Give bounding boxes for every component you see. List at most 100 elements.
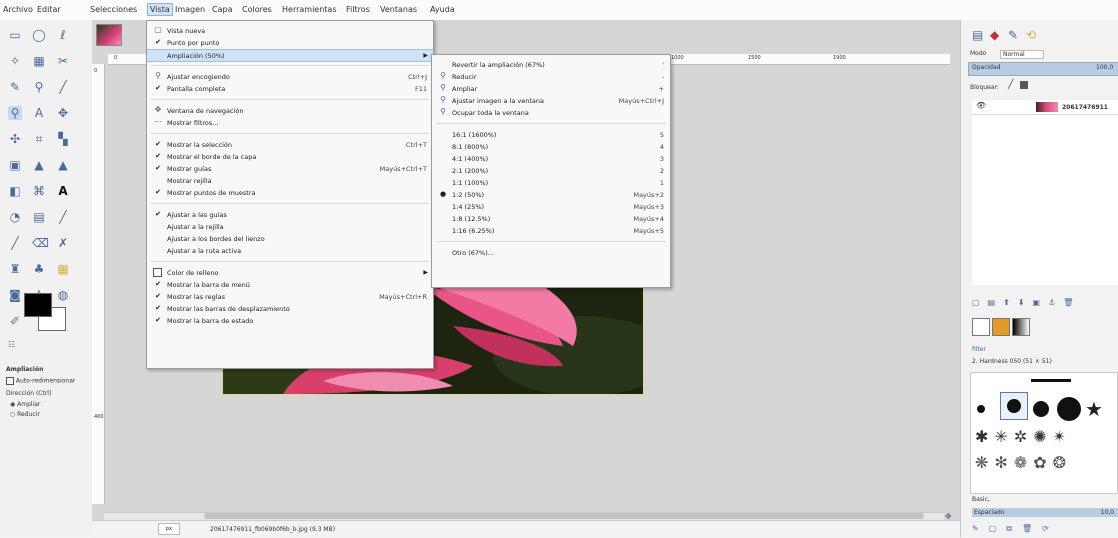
fuzzy-select-icon[interactable]: ✧ [8, 54, 22, 68]
perspective-tool-icon[interactable]: ▲ [56, 158, 70, 172]
unit-selector[interactable]: px [158, 523, 180, 535]
scale-tool-icon[interactable]: ▣ [8, 158, 22, 172]
channels-tab-icon[interactable]: ◆ [990, 28, 999, 42]
menu-ayuda[interactable]: Ayuda [430, 5, 455, 14]
lock-alpha-icon[interactable] [1020, 81, 1028, 89]
brush-item[interactable] [977, 405, 985, 413]
paths-icon[interactable]: ✎ [8, 80, 22, 94]
measure-icon[interactable]: A [32, 106, 46, 120]
zoom-in-radio[interactable]: ◉ Ampliar [10, 401, 40, 408]
menu-item-punto-por-punto[interactable]: ✔ Punto por punto [147, 37, 433, 48]
rotate-tool-icon[interactable]: ▚ [56, 132, 70, 146]
gradients-tab-icon[interactable] [1012, 318, 1030, 336]
menu-item-ampliacion[interactable]: Ampliación (50%) ▶ [147, 49, 433, 62]
menu-imagen[interactable]: Imagen [175, 5, 205, 14]
menu-item-zoom-12-5[interactable]: 1:8 (12.5%) Mayús+4 [432, 213, 670, 224]
menu-item-ajustar-bordes-lienzo[interactable]: Ajustar a los bordes del lienzo [147, 233, 433, 244]
flip-tool-icon[interactable]: ◧ [8, 184, 22, 198]
pencil-icon[interactable]: ╱ [56, 210, 70, 224]
menu-item-mostrar-puntos-muestra[interactable]: ✔ Mostrar puntos de muestra [147, 187, 433, 198]
move-tool-icon[interactable]: ✥ [56, 106, 70, 120]
menu-item-zoom-800[interactable]: 8:1 (800%) 4 [432, 141, 670, 152]
menu-item-reducir[interactable]: ⚲ Reducir - [432, 71, 670, 82]
menu-item-mostrar-barras-desplazamiento[interactable]: ✔ Mostrar las barras de desplazamiento [147, 303, 433, 314]
menu-selecciones[interactable]: Selecciones [90, 5, 137, 14]
menu-item-vista-nueva[interactable]: ▢ Vista nueva [147, 25, 433, 36]
paintbrush-icon[interactable]: ╱ [8, 236, 22, 250]
cage-tool-icon[interactable]: ⌘ [32, 184, 46, 198]
auto-resize-option[interactable]: Auto-redimensionar [6, 377, 75, 385]
menu-item-mostrar-barra-menu[interactable]: ✔ Mostrar la barra de menú [147, 279, 433, 290]
scissors-icon[interactable]: ✂ [56, 54, 70, 68]
brush-row-texture[interactable]: ❋✻❁✿❂ [975, 453, 1072, 472]
crop-tool-icon[interactable]: ⌗ [32, 132, 46, 146]
menu-item-ajustar-imagen-ventana[interactable]: ⚲ Ajustar imagen a la ventana Mayús+Ctrl+J [432, 95, 670, 106]
menu-item-zoom-6-25[interactable]: 1:16 (6.25%) Mayús+5 [432, 225, 670, 236]
undo-tab-icon[interactable]: ⟲ [1026, 28, 1036, 42]
text-tool-icon[interactable]: A [56, 184, 70, 198]
menu-item-zoom-25[interactable]: 1:4 (25%) Mayús+3 [432, 201, 670, 212]
menu-vista[interactable]: Vista [147, 3, 173, 16]
menu-item-color-relleno[interactable]: Color de relleno ▶ [147, 267, 433, 278]
shear-tool-icon[interactable]: ▲ [32, 158, 46, 172]
layer-name[interactable]: 20617476911 [1062, 104, 1108, 111]
brush-item[interactable] [1031, 379, 1071, 382]
menu-item-mostrar-rejilla[interactable]: Mostrar rejilla [147, 175, 433, 186]
color-select-icon[interactable]: ▦ [32, 54, 46, 68]
menu-item-ajustar-rejilla[interactable]: Ajustar a la rejilla [147, 221, 433, 232]
ink-tool-icon[interactable]: ♜ [8, 262, 22, 276]
rect-select-icon[interactable]: ▭ [8, 28, 22, 42]
menu-item-mostrar-barra-estado[interactable]: ✔ Mostrar la barra de estado [147, 315, 433, 326]
eraser-icon[interactable]: ⌫ [32, 236, 49, 250]
horizontal-scroll-thumb[interactable] [204, 513, 924, 519]
lock-pixels-icon[interactable]: ╱ [1008, 80, 1013, 90]
menu-item-mostrar-seleccion[interactable]: ✔ Mostrar la selección Ctrl+T [147, 139, 433, 150]
align-tool-icon[interactable]: ✣ [8, 132, 22, 146]
menu-item-zoom-1600[interactable]: 16:1 (1600%) 5 [432, 129, 670, 140]
menu-item-zoom-50[interactable]: ● 1:2 (50%) Mayús+2 [432, 189, 670, 200]
blur-tool-icon[interactable]: ◍ [56, 288, 70, 302]
selected-brush[interactable] [1000, 392, 1028, 420]
airbrush-icon[interactable]: ✗ [56, 236, 70, 250]
menu-editar[interactable]: Editar [37, 5, 61, 14]
brush-actions[interactable]: ✎▢⧉🗑⟳ [972, 524, 1059, 534]
layers-tab-icon[interactable]: ▤ [972, 28, 983, 42]
paths-tab-icon[interactable]: ✎ [1008, 28, 1018, 42]
star-brush-icon[interactable]: ★ [1085, 397, 1103, 421]
pencil-tool-icon[interactable]: ╱ [56, 80, 70, 94]
menu-item-zoom-200[interactable]: 2:1 (200%) 2 [432, 165, 670, 176]
blend-tool-icon[interactable]: ▤ [32, 210, 46, 224]
tool-options-icon[interactable]: ☷ [8, 340, 15, 349]
layer-actions[interactable]: ▢▤⬆⬇▣⚓🗑 [972, 298, 1081, 307]
color-picker-icon[interactable]: ⚲ [32, 80, 46, 94]
vertical-ruler[interactable]: 0 400 [92, 64, 105, 504]
zoom-tool-icon[interactable]: ⚲ [8, 106, 22, 120]
brushes-tab-icon[interactable] [972, 318, 990, 336]
brush-item[interactable] [1033, 401, 1049, 417]
free-select-icon[interactable]: ℓ [56, 28, 70, 42]
menu-item-ocupar-ventana[interactable]: ⚲ Ocupar toda la ventana [432, 107, 670, 118]
menu-item-pantalla-completa[interactable]: ✔ Pantalla completa F11 [147, 83, 433, 94]
spacing-slider[interactable]: Espaciado 10,0 [972, 508, 1118, 517]
menu-item-zoom-100[interactable]: 1:1 (100%) 1 [432, 177, 670, 188]
mode-select[interactable]: Normal [1000, 50, 1044, 59]
menu-item-mostrar-guias[interactable]: ✔ Mostrar guías Mayús+Ctrl+T [147, 163, 433, 174]
menu-capa[interactable]: Capa [212, 5, 232, 14]
menu-archivo[interactable]: Archivo [3, 5, 33, 14]
menu-item-revertir-ampliacion[interactable]: Revertir la ampliación (67%) ' [432, 59, 670, 70]
menu-item-ampliar[interactable]: ⚲ Ampliar + [432, 83, 670, 94]
menu-item-ajustar-encogiendo[interactable]: ⚲ Ajustar encogiendo Ctrl+J [147, 71, 433, 82]
menu-item-ajustar-ruta-activa[interactable]: Ajustar a la ruta activa [147, 245, 433, 256]
menu-item-ajustar-guias[interactable]: ✔ Ajustar a las guías [147, 209, 433, 220]
menu-ventanas[interactable]: Ventanas [380, 5, 417, 14]
clone-tool-icon[interactable]: ♣ [32, 262, 46, 276]
menu-item-ventana-navegacion[interactable]: ✥ Ventana de navegación [147, 105, 433, 116]
menu-herramientas[interactable]: Herramientas [282, 5, 337, 14]
menu-item-mostrar-filtros[interactable]: ⋯ Mostrar filtros... [147, 117, 433, 128]
smudge-tool-icon[interactable]: ◙ [8, 288, 22, 302]
brush-item[interactable] [1057, 397, 1081, 421]
menu-item-mostrar-reglas[interactable]: ✔ Mostrar las reglas Mayús+Ctrl+R [147, 291, 433, 302]
smudge-brush-icon[interactable]: ✐ [8, 314, 22, 328]
zoom-out-radio[interactable]: ○ Reducir [10, 411, 40, 418]
menu-item-zoom-otro[interactable]: Otro (67%)... [432, 247, 670, 258]
